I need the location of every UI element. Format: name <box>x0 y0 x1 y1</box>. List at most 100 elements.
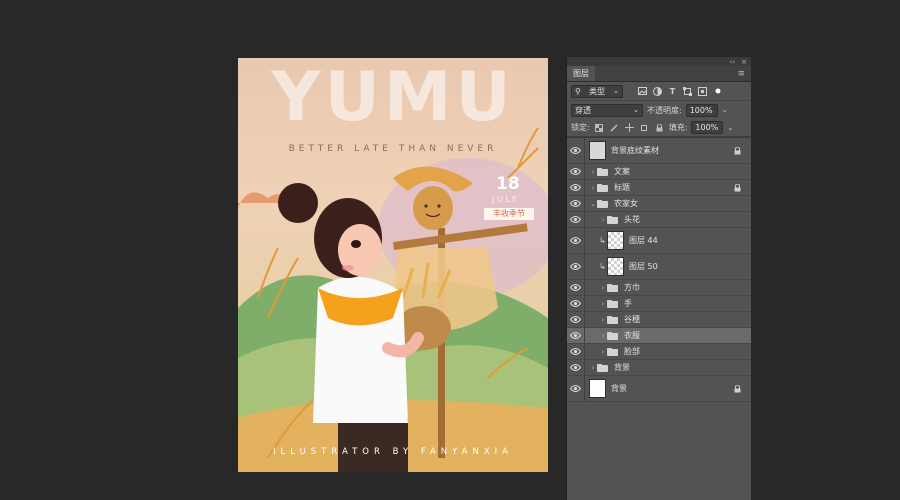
layer-name: 脸部 <box>624 347 640 356</box>
shape-filter-icon[interactable] <box>682 86 693 97</box>
tab-layers[interactable]: 图层 <box>567 66 595 81</box>
layer-row[interactable]: ↳ 图层 44 <box>567 228 751 254</box>
collapse-panel-icon[interactable]: ‹‹ <box>730 58 736 66</box>
group-expand-icon[interactable]: ⌄ <box>589 200 597 208</box>
opacity-label: 不透明度: <box>647 105 682 115</box>
smart-object-filter-icon[interactable] <box>697 86 708 97</box>
close-panel-icon[interactable]: × <box>741 58 747 66</box>
filter-toggle-icon[interactable] <box>712 86 723 97</box>
visibility-eye-icon[interactable] <box>567 280 585 295</box>
folder-icon <box>607 283 618 292</box>
type-filter-icon[interactable]: T <box>667 86 678 97</box>
folder-icon <box>607 215 618 224</box>
layer-row[interactable]: › 谷穗 <box>567 312 751 328</box>
lock-icon <box>734 146 741 155</box>
lock-label: 锁定: <box>571 123 590 132</box>
layer-row[interactable]: › 手 <box>567 296 751 312</box>
lock-all-icon[interactable] <box>654 122 665 133</box>
layer-name: 手 <box>624 299 632 308</box>
filter-kind-select[interactable]: ⚲ 类型 ⌄ <box>571 84 623 98</box>
chevron-down-icon: ⌄ <box>633 106 639 114</box>
clipping-mask-icon: ↳ <box>599 262 606 271</box>
panel-tab-bar: 图层 ≡ <box>567 66 751 82</box>
layer-name: 农家女 <box>614 199 638 208</box>
layer-row[interactable]: › 衣服 <box>567 328 751 344</box>
opacity-input[interactable]: 100% <box>685 103 718 117</box>
visibility-eye-icon[interactable] <box>567 328 585 343</box>
layer-row[interactable]: › 头花 <box>567 212 751 228</box>
folder-icon <box>607 347 618 356</box>
group-expand-icon[interactable]: › <box>589 168 597 176</box>
visibility-eye-icon[interactable] <box>567 180 585 195</box>
chevron-down-icon[interactable]: ⌄ <box>727 124 733 132</box>
panel-title-bar[interactable]: ‹‹ × <box>567 57 751 66</box>
layer-row[interactable]: ⌄ 农家女 <box>567 196 751 212</box>
layers-panel: ‹‹ × 图层 ≡ ⚲ 类型 ⌄ T 穿透 ⌄ 不透明度: 100% ⌄ 锁定:… <box>566 57 751 500</box>
lock-transparent-pixels-icon[interactable] <box>594 122 605 133</box>
folder-icon <box>607 299 618 308</box>
layer-name: 谷穗 <box>624 315 640 324</box>
visibility-eye-icon[interactable] <box>567 196 585 211</box>
poster-date-month: JULY <box>492 195 519 205</box>
fill-label: 填充: <box>668 123 688 132</box>
blend-mode-value: 穿透 <box>575 105 591 115</box>
poster-title: YUMU <box>271 58 515 137</box>
layer-thumbnail[interactable] <box>607 257 624 276</box>
visibility-eye-icon[interactable] <box>567 344 585 359</box>
group-expand-icon[interactable]: › <box>599 332 607 340</box>
layer-thumbnail[interactable] <box>607 231 624 250</box>
visibility-eye-icon[interactable] <box>567 312 585 327</box>
chevron-down-icon[interactable]: ⌄ <box>722 106 728 114</box>
layer-row[interactable]: › 脸部 <box>567 344 751 360</box>
adjustment-filter-icon[interactable] <box>652 86 663 97</box>
layer-row[interactable]: › 文案 <box>567 164 751 180</box>
layer-row[interactable]: 背景底纹素材 <box>567 138 751 164</box>
visibility-eye-icon[interactable] <box>567 228 585 253</box>
visibility-eye-icon[interactable] <box>567 254 585 279</box>
visibility-eye-icon[interactable] <box>567 360 585 375</box>
layer-list: 背景底纹素材 › 文案 › 标题 ⌄ 农家女 › 头花 ↳ 图层 44 ↳ 图层 50 › 方巾 › 手 › 谷穗 ›… <box>567 137 751 402</box>
image-filter-icon[interactable] <box>637 86 648 97</box>
panel-empty-area <box>567 452 751 500</box>
visibility-eye-icon[interactable] <box>567 376 585 401</box>
layer-thumbnail[interactable] <box>589 141 606 160</box>
visibility-eye-icon[interactable] <box>567 296 585 311</box>
panel-menu-icon[interactable]: ≡ <box>731 66 751 81</box>
folder-icon <box>597 167 608 176</box>
visibility-eye-icon[interactable] <box>567 212 585 227</box>
layer-name: 文案 <box>614 167 630 176</box>
layer-filter-bar: ⚲ 类型 ⌄ T <box>567 82 751 101</box>
layer-thumbnail[interactable] <box>589 379 606 398</box>
layer-name: 标题 <box>614 183 630 192</box>
filter-kind-value: 类型 <box>588 86 605 96</box>
lock-position-icon[interactable] <box>624 122 635 133</box>
layer-row[interactable]: › 标题 <box>567 180 751 196</box>
lock-image-pixels-icon[interactable] <box>609 122 620 133</box>
workspace-right-area <box>751 57 900 500</box>
blend-mode-select[interactable]: 穿透 ⌄ <box>571 103 643 117</box>
layer-name: 背景底纹素材 <box>611 146 659 155</box>
group-expand-icon[interactable]: › <box>589 184 597 192</box>
poster-footer-credit: ILLUSTRATOR BY FANYANXIA <box>273 447 513 457</box>
layer-row[interactable]: ↳ 图层 50 <box>567 254 751 280</box>
layer-name: 背景 <box>614 363 630 372</box>
group-expand-icon[interactable]: › <box>589 364 597 372</box>
visibility-eye-icon[interactable] <box>567 164 585 179</box>
group-expand-icon[interactable]: › <box>599 348 607 356</box>
folder-icon <box>607 331 618 340</box>
poster-season-label: 丰收季节 <box>484 208 534 220</box>
visibility-eye-icon[interactable] <box>567 138 585 163</box>
group-expand-icon[interactable]: › <box>599 284 607 292</box>
layer-name: 图层 44 <box>629 236 658 245</box>
poster-date-number: 18 <box>496 174 520 194</box>
group-expand-icon[interactable]: › <box>599 300 607 308</box>
lock-artboard-icon[interactable] <box>639 122 650 133</box>
layer-row[interactable]: › 方巾 <box>567 280 751 296</box>
layer-row[interactable]: 背景 <box>567 376 751 402</box>
fill-input[interactable]: 100% <box>691 121 724 134</box>
folder-icon <box>597 183 608 192</box>
group-expand-icon[interactable]: › <box>599 316 607 324</box>
layer-row[interactable]: › 背景 <box>567 360 751 376</box>
document-canvas[interactable]: YUMU BETTER LATE THAN NEVER 18 JULY 丰收季节… <box>238 58 548 472</box>
group-expand-icon[interactable]: › <box>599 216 607 224</box>
